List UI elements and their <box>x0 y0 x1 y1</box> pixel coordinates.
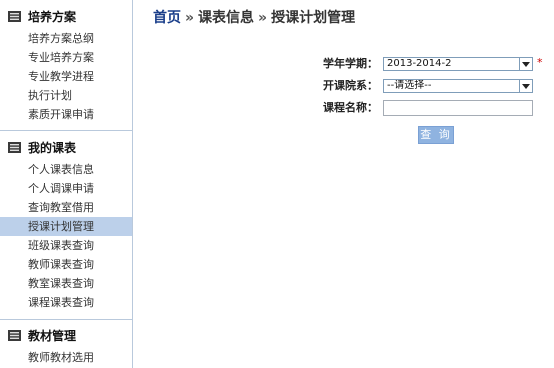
sidebar-item-class-schedule-query[interactable]: 班级课表查询 <box>0 236 132 255</box>
breadcrumb: 首页» 课表信息» 授课计划管理 <box>153 9 355 27</box>
sidebar-item-major-teaching-progress[interactable]: 专业教学进程 <box>0 67 132 86</box>
sidebar-item-teacher-schedule-query[interactable]: 教师课表查询 <box>0 255 132 274</box>
sidebar-item-course-schedule-query[interactable]: 课程课表查询 <box>0 293 132 312</box>
document-list-icon <box>8 141 21 153</box>
department-select[interactable]: --请选择-- <box>383 79 533 93</box>
document-list-icon <box>8 10 21 22</box>
document-list-icon <box>8 329 21 341</box>
breadcrumb-home-link[interactable]: 首页 <box>153 10 181 26</box>
section-header-my-schedule[interactable]: 我的课表 <box>0 136 132 158</box>
sidebar-item-personal-schedule[interactable]: 个人课表信息 <box>0 160 132 179</box>
required-mark: * <box>537 56 543 69</box>
query-button[interactable]: 查 询 <box>418 126 454 144</box>
sidebar-item-teacher-textbook-selection[interactable]: 教师教材选用 <box>0 348 132 367</box>
section-header-textbook-management[interactable]: 教材管理 <box>0 324 132 346</box>
section-title: 培养方案 <box>28 9 77 24</box>
department-label: 开课院系： <box>323 79 378 92</box>
chevron-down-icon[interactable] <box>519 80 532 92</box>
sidebar-item-personal-reschedule[interactable]: 个人调课申请 <box>0 179 132 198</box>
sidebar-item-training-plan-outline[interactable]: 培养方案总纲 <box>0 29 132 48</box>
course-name-input[interactable] <box>383 100 533 116</box>
breadcrumb-level1: 课表信息 <box>198 10 255 26</box>
page-title: 授课计划管理 <box>271 10 356 26</box>
term-select[interactable]: 2013-2014-2 <box>383 57 533 71</box>
sidebar: 培养方案 培养方案总纲 专业培养方案 专业教学进程 执行计划 素质开课申请 我的… <box>0 0 133 368</box>
breadcrumb-separator: » <box>185 10 195 26</box>
course-name-label: 课程名称： <box>323 101 378 114</box>
section-divider <box>0 319 132 320</box>
section-title: 教材管理 <box>28 328 77 343</box>
sidebar-item-quality-course-application[interactable]: 素质开课申请 <box>0 105 132 124</box>
term-select-value: 2013-2014-2 <box>387 58 452 69</box>
section-title: 我的课表 <box>28 140 77 155</box>
sidebar-item-teaching-plan-management[interactable]: 授课计划管理 <box>0 217 132 236</box>
section-divider <box>0 130 132 131</box>
department-select-value: --请选择-- <box>387 80 432 91</box>
sidebar-item-execution-plan[interactable]: 执行计划 <box>0 86 132 105</box>
term-label: 学年学期： <box>323 57 378 70</box>
breadcrumb-separator: » <box>258 10 268 26</box>
chevron-down-icon[interactable] <box>519 58 532 70</box>
sidebar-item-classroom-schedule-query[interactable]: 教室课表查询 <box>0 274 132 293</box>
sidebar-item-major-training-plan[interactable]: 专业培养方案 <box>0 48 132 67</box>
section-header-training-plan[interactable]: 培养方案 <box>0 5 132 27</box>
sidebar-item-classroom-borrowing[interactable]: 查询教室借用 <box>0 198 132 217</box>
